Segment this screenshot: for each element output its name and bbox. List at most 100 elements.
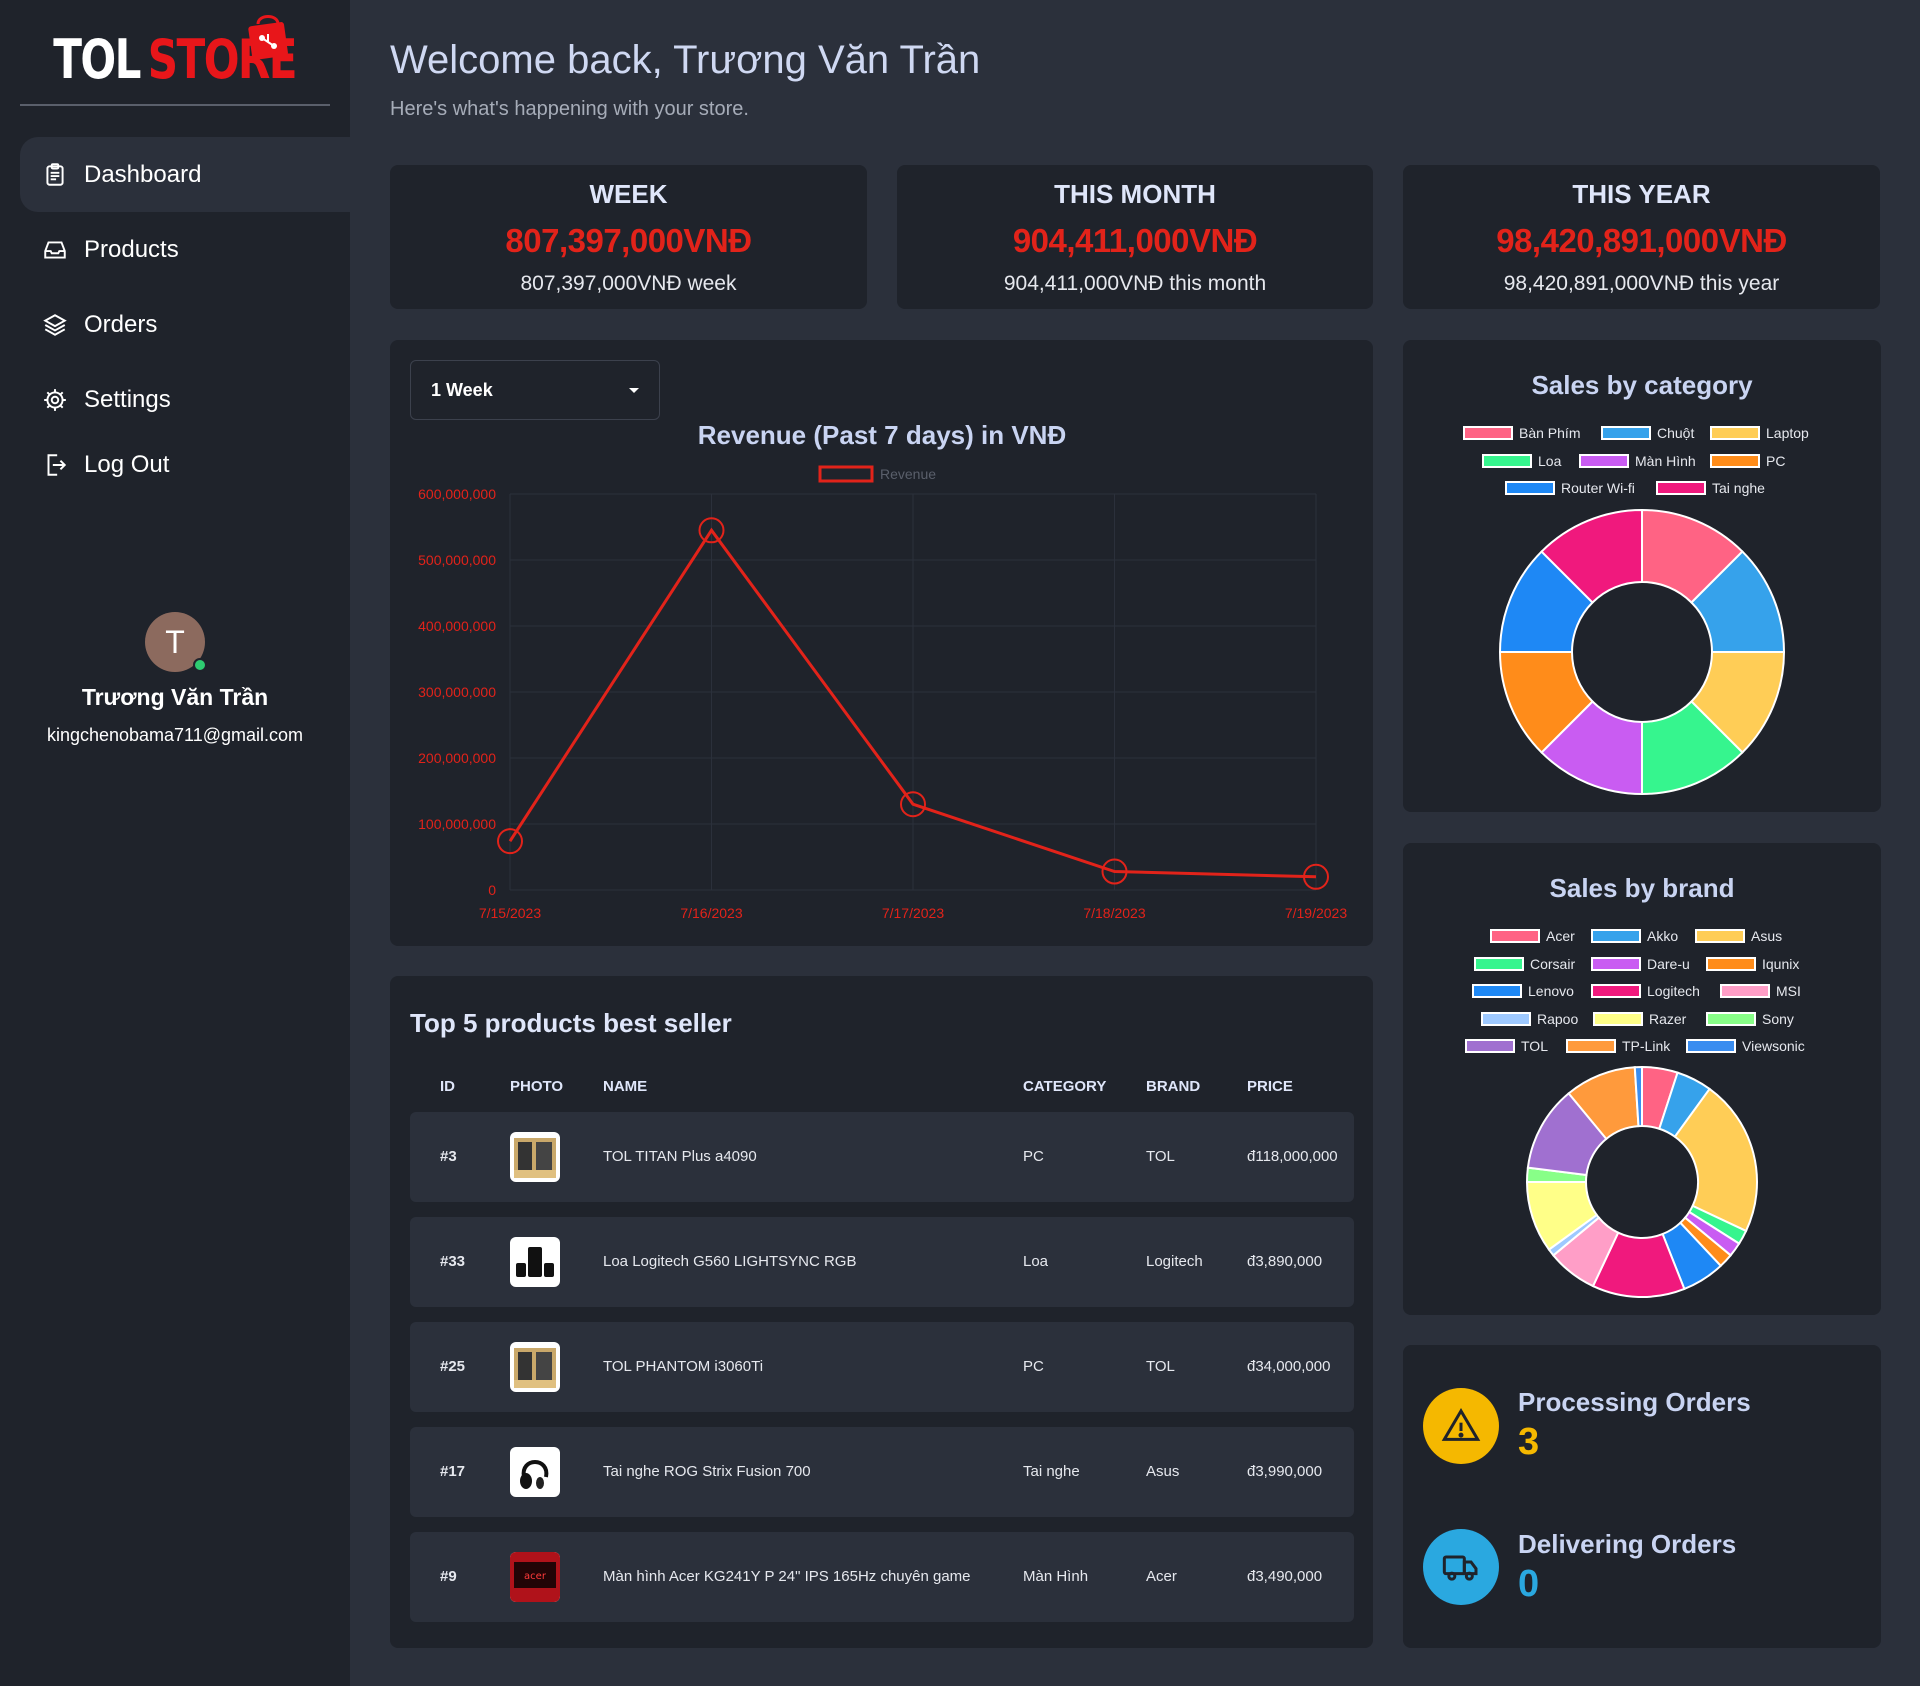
product-photo xyxy=(510,1447,560,1497)
data-point[interactable] xyxy=(1101,858,1128,885)
product-photo: acer xyxy=(510,1552,560,1602)
stat-card-week: WEEK 807,397,000VNĐ 807,397,000VNĐ week xyxy=(390,165,867,309)
stat-subtext: 98,420,891,000VNĐ this year xyxy=(1503,272,1780,295)
truck-icon xyxy=(1423,1529,1499,1605)
nav-label: Products xyxy=(84,235,179,263)
stat-title: WEEK xyxy=(589,179,668,209)
online-status-indicator xyxy=(193,658,207,672)
y-tick-label: 100,000,000 xyxy=(418,816,496,832)
nav-item-dashboard[interactable]: Dashboard xyxy=(20,137,350,212)
product-photo xyxy=(510,1342,560,1392)
table-title: Top 5 products best seller xyxy=(410,1008,732,1038)
cell-brand: Acer xyxy=(1146,1568,1177,1585)
legend-swatch xyxy=(818,465,874,483)
x-tick-label: 7/17/2023 xyxy=(882,905,944,921)
brand-donut-chart xyxy=(1525,1065,1758,1298)
product-photo xyxy=(510,1132,560,1182)
profile-name: Trương Văn Trần xyxy=(81,684,269,710)
y-tick-label: 600,000,000 xyxy=(418,486,496,502)
stat-title: THIS MONTH xyxy=(1054,179,1216,209)
column-header-price[interactable]: PRICE xyxy=(1247,1078,1293,1095)
cell-price: đ34,000,000 xyxy=(1247,1358,1331,1375)
avatar[interactable]: T xyxy=(145,612,207,672)
cell-price: đ3,990,000 xyxy=(1247,1463,1323,1480)
profile-email: kingchenobama711@gmail.com xyxy=(46,725,304,745)
cell-name: TOL TITAN Plus a4090 xyxy=(603,1148,757,1165)
chart-title: Revenue (Past 7 days) in VNĐ xyxy=(697,420,1067,450)
column-header-name[interactable]: NAME xyxy=(603,1078,647,1095)
series-line xyxy=(508,527,1317,879)
cell-id: #25 xyxy=(440,1358,466,1375)
sales-by-category-card: Sales by category Bàn Phím Chuột Laptop Loa… xyxy=(1403,340,1881,812)
table-row[interactable]: #9 Màn hình Acer KG241Y P 24" IPS 165Hz c… xyxy=(410,1532,1354,1622)
inbox-icon xyxy=(42,237,68,263)
column-header-id[interactable]: ID xyxy=(440,1078,455,1095)
delivering-orders-label: Delivering Orders xyxy=(1518,1529,1737,1559)
table-row[interactable]: #25 TOL PHANTOM i3060Ti PC TOL đ34,000,000 xyxy=(410,1322,1354,1412)
nav-item-products[interactable]: Products xyxy=(20,212,350,287)
cell-brand: TOL xyxy=(1146,1358,1175,1375)
layers-icon xyxy=(42,312,68,338)
y-tick-label: 200,000,000 xyxy=(418,750,496,766)
cell-id: #9 xyxy=(440,1568,457,1585)
page-subtitle: Here's what's happening with your store. xyxy=(390,98,749,120)
x-tick-label: 7/19/2023 xyxy=(1285,905,1347,921)
category-donut-chart xyxy=(1498,508,1786,796)
x-tick-label: 7/18/2023 xyxy=(1083,905,1145,921)
brand-logo[interactable]: TOL STORE xyxy=(20,0,330,106)
delivering-orders-value: 0 xyxy=(1518,1563,1540,1605)
stat-value: 904,411,000VNĐ xyxy=(1012,222,1258,259)
product-photo xyxy=(510,1237,560,1287)
stat-subtext: 904,411,000VNĐ this month xyxy=(1003,272,1267,295)
cell-id: #17 xyxy=(440,1463,466,1480)
y-tick-label: 300,000,000 xyxy=(418,684,496,700)
cell-brand: Asus xyxy=(1146,1463,1180,1480)
stat-value: 807,397,000VNĐ xyxy=(505,222,752,259)
table-row[interactable]: #17 Tai nghe ROG Strix Fusion 700 Tai nghe… xyxy=(410,1427,1354,1517)
shopping-bag-icon xyxy=(248,15,288,60)
column-header-category[interactable]: CATEGORY xyxy=(1023,1078,1106,1095)
column-header-brand[interactable]: BRAND xyxy=(1146,1078,1200,1095)
cell-name: Loa Logitech G560 LIGHTSYNC RGB xyxy=(603,1253,857,1270)
time-range-selected: 1 Week xyxy=(431,380,493,400)
y-tick-label: 400,000,000 xyxy=(418,618,496,634)
processing-orders-value: 3 xyxy=(1518,1421,1540,1463)
cell-price: đ3,490,000 xyxy=(1247,1568,1323,1585)
stat-value: 98,420,891,000VNĐ xyxy=(1496,222,1787,259)
cell-price: đ118,000,000 xyxy=(1247,1148,1338,1165)
data-point[interactable] xyxy=(698,517,725,544)
time-range-select[interactable]: 1 Week xyxy=(410,360,660,420)
column-header-photo[interactable]: PHOTO xyxy=(510,1078,563,1095)
nav-item-settings[interactable]: Settings xyxy=(20,362,350,437)
y-tick-label: 500,000,000 xyxy=(418,552,496,568)
cell-price: đ3,890,000 xyxy=(1247,1253,1323,1270)
cell-brand: TOL xyxy=(1146,1148,1175,1165)
data-point[interactable] xyxy=(900,791,926,818)
cell-name: Tai nghe ROG Strix Fusion 700 xyxy=(603,1463,811,1480)
stat-card-year: THIS YEAR 98,420,891,000VNĐ 98,420,891,0… xyxy=(1403,165,1880,309)
data-point[interactable] xyxy=(1303,863,1329,890)
brand-name-part1: TOL xyxy=(53,27,142,91)
stat-subtext: 807,397,000VNĐ week xyxy=(520,272,737,295)
legend-label: Revenue xyxy=(880,466,936,482)
stat-card-month: THIS MONTH 904,411,000VNĐ 904,411,000VNĐ… xyxy=(897,165,1373,309)
table-row[interactable]: #33 Loa Logitech G560 LIGHTSYNC RGB Loa Log… xyxy=(410,1217,1354,1307)
x-tick-label: 7/15/2023 xyxy=(479,905,541,921)
sales-by-brand-card: Sales by brand Acer Akko Asus Corsair Dare-u… xyxy=(1403,843,1881,1315)
nav-item-orders[interactable]: Orders xyxy=(20,287,350,362)
table-row[interactable]: #3 TOL TITAN Plus a4090 PC TOL đ118,000,000 xyxy=(410,1112,1354,1202)
processing-orders-label: Processing Orders xyxy=(1518,1387,1751,1417)
x-tick-label: 7/16/2023 xyxy=(680,905,742,921)
nav-label: Dashboard xyxy=(84,160,202,188)
nav-item-logout[interactable]: Log Out xyxy=(20,437,350,492)
warning-icon xyxy=(1423,1388,1499,1464)
nav-label: Settings xyxy=(84,385,171,413)
cell-id: #3 xyxy=(440,1148,457,1165)
top-products-card: Top 5 products best seller ID PHOTO NAME… xyxy=(390,976,1373,1648)
cell-category: Tai nghe xyxy=(1023,1463,1080,1480)
page-title: Welcome back, Trương Văn Trần xyxy=(390,38,981,82)
nav-label: Orders xyxy=(84,310,158,338)
cell-name: TOL PHANTOM i3060Ti xyxy=(603,1358,764,1375)
cell-category: Màn Hình xyxy=(1023,1568,1089,1585)
data-point[interactable] xyxy=(497,828,523,855)
